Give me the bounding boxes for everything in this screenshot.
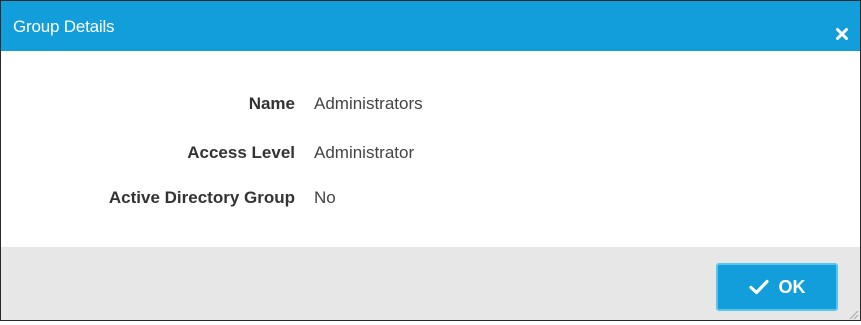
group-details-dialog: Group Details Name Administrators Access… <box>0 0 861 321</box>
detail-label: Name <box>248 94 295 113</box>
close-icon[interactable] <box>834 26 850 42</box>
resize-grip-icon[interactable] <box>847 307 859 320</box>
dialog-title: Group Details <box>13 17 115 36</box>
ok-button-label: OK <box>778 276 806 297</box>
detail-row-active-directory-group: Active Directory Group No <box>1 188 860 212</box>
detail-value: Administrator <box>314 143 415 162</box>
detail-label: Active Directory Group <box>108 188 295 207</box>
detail-value: No <box>314 188 336 207</box>
dialog-header: Group Details <box>1 1 860 51</box>
ok-button[interactable]: OK <box>716 263 838 311</box>
dialog-body: Name Administrators Access Level Adminis… <box>1 51 860 247</box>
detail-row-access-level: Access Level Administrator <box>1 143 860 167</box>
detail-row-name: Name Administrators <box>1 94 860 118</box>
dialog-footer: OK <box>1 247 860 320</box>
detail-label: Access Level <box>187 143 295 162</box>
detail-value: Administrators <box>314 94 423 113</box>
check-icon <box>748 279 769 295</box>
